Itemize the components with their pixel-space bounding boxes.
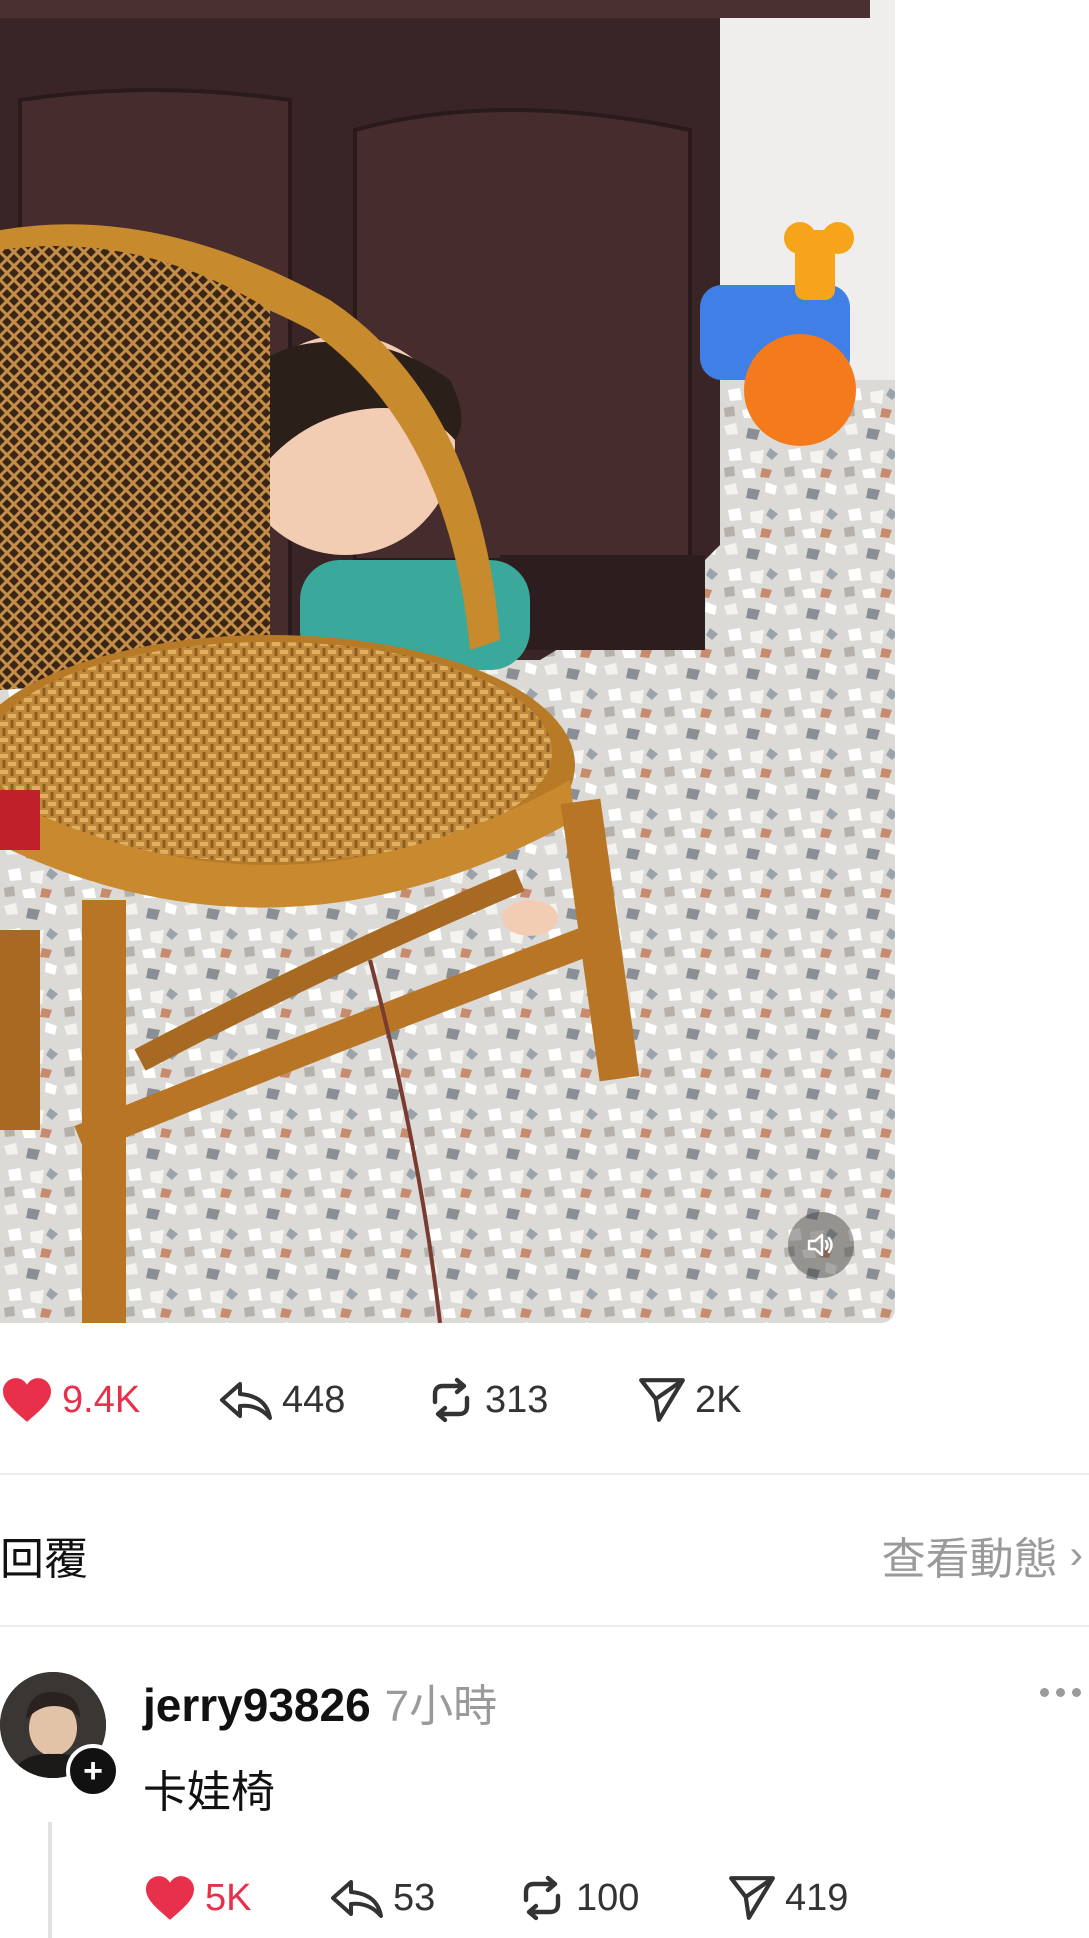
heart-icon (146, 1876, 194, 1920)
reply-arrow-icon (331, 1880, 383, 1918)
comment-like-count: 5K (205, 1876, 252, 1919)
repost-icon (432, 1377, 470, 1423)
post-video[interactable] (0, 0, 895, 1323)
chevron-right-icon: › (1069, 1532, 1083, 1577)
speaker-icon (807, 1233, 833, 1257)
repost-icon (523, 1875, 561, 1921)
view-activity-link[interactable]: 查看動態 › (882, 1523, 1083, 1587)
divider (0, 1473, 1089, 1475)
reply-button[interactable]: 448 (218, 1377, 425, 1423)
reply-arrow-icon (220, 1382, 272, 1420)
comment-action-bar: 5K 53 100 419 (143, 1863, 848, 1933)
post-action-bar: 9.4K 448 313 2K (0, 1365, 900, 1435)
comment-repost-button[interactable]: 100 (516, 1874, 727, 1922)
replies-header: 回覆 查看動態 › (0, 1520, 1089, 1590)
heart-icon (3, 1378, 51, 1422)
thread-line (48, 1822, 52, 1938)
comment-reply-count: 53 (393, 1876, 436, 1919)
comment-like-button[interactable]: 5K (143, 1874, 329, 1922)
repost-count: 313 (485, 1378, 549, 1421)
view-activity-label: 查看動態 (881, 1535, 1058, 1584)
comment-repost-count: 100 (576, 1876, 640, 1919)
like-button[interactable]: 9.4K (0, 1376, 218, 1424)
mute-toggle-button[interactable] (788, 1212, 854, 1278)
comment-reply-button[interactable]: 53 (329, 1875, 516, 1921)
comment-timestamp: 7小時 (384, 1682, 498, 1731)
replies-title: 回覆 (0, 1535, 88, 1584)
share-count: 2K (695, 1378, 742, 1421)
like-count: 9.4K (62, 1378, 141, 1421)
send-icon (639, 1378, 685, 1422)
divider (0, 1625, 1089, 1627)
reply-count: 448 (282, 1378, 346, 1421)
video-frame (0, 0, 895, 1323)
send-icon (729, 1876, 775, 1920)
comment-share-button[interactable]: 419 (727, 1874, 848, 1922)
comment-share-count: 419 (785, 1876, 849, 1919)
follow-plus-button[interactable]: + (66, 1744, 120, 1798)
plus-icon: + (83, 1752, 103, 1790)
thread-post-page: 9.4K 448 313 2K 回覆 查看動態 › + jerry93826 7… (0, 0, 1089, 1938)
repost-button[interactable]: 313 (425, 1376, 637, 1424)
more-dots-icon[interactable] (1040, 1688, 1081, 1697)
comment-username[interactable]: jerry93826 (143, 1678, 371, 1732)
share-button[interactable]: 2K (637, 1376, 741, 1424)
comment-header: jerry93826 7小時 (143, 1670, 497, 1734)
comment-text: 卡娃椅 (143, 1768, 275, 1817)
